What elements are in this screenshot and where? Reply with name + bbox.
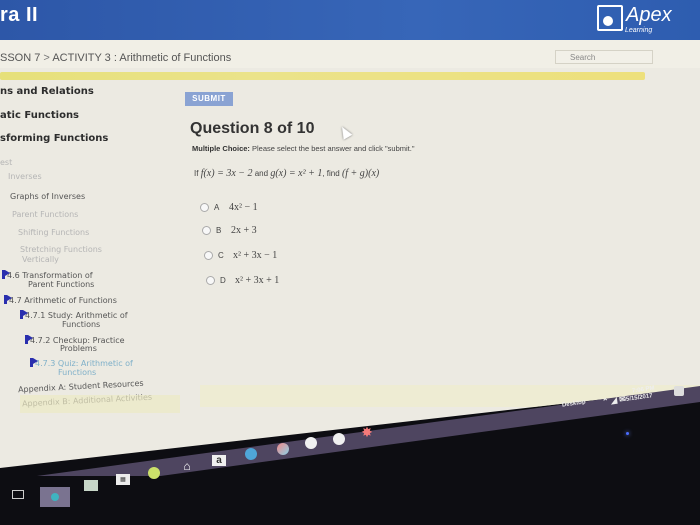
star-app-icon[interactable]: ✸	[360, 424, 374, 440]
option-letter: A	[214, 203, 220, 212]
sidebar-item-label: 4.7.1 Study: Arithmetic of	[25, 311, 128, 320]
spotify-icon[interactable]	[148, 467, 160, 479]
course-title: ra II	[0, 4, 39, 26]
answer-option-b[interactable]: B 2x + 3	[202, 225, 257, 236]
question-prompt: If f(x) = 3x − 2 and g(x) = x² + 1, find…	[194, 168, 379, 179]
sidebar-item[interactable]: Appendix A: Student Resources	[18, 379, 144, 395]
notification-icon[interactable]	[674, 386, 684, 396]
sidebar-item[interactable]: Inverses	[8, 172, 42, 181]
cortana-icon	[51, 493, 59, 501]
flag-icon	[25, 335, 33, 344]
instruction-text: Please select the best answer and click …	[249, 144, 415, 153]
flag-icon	[30, 358, 38, 367]
cortana-button[interactable]	[40, 487, 70, 507]
progress-bar	[0, 72, 645, 80]
browser-screen: ra II Apex Learning SSON 7 > ACTIVITY 3 …	[0, 0, 700, 468]
breadcrumb-activity[interactable]: ACTIVITY 3	[52, 52, 110, 64]
breadcrumb: SSON 7 > ACTIVITY 3 : Arithmetic of Func…	[0, 52, 231, 64]
sidebar-item[interactable]: Functions	[62, 320, 100, 329]
sidebar-item[interactable]: atic Functions	[0, 110, 79, 121]
store-icon[interactable]: ▦	[116, 474, 130, 485]
apex-logo-icon	[597, 5, 623, 31]
sidebar-item[interactable]: ns and Relations	[0, 86, 94, 97]
prompt-find: , find	[322, 169, 340, 178]
search-input[interactable]: Search	[555, 50, 653, 64]
app-header: ra II Apex Learning	[0, 0, 700, 40]
option-text: 2x + 3	[231, 225, 257, 236]
option-letter: D	[220, 276, 226, 285]
sidebar-item[interactable]: Stretching Functions	[20, 245, 102, 254]
option-text: x² + 3x − 1	[233, 250, 278, 261]
question-panel: SUBMIT Question 8 of 10 Multiple Choice:…	[180, 80, 650, 410]
task-view-icon[interactable]	[12, 490, 24, 499]
submit-button[interactable]: SUBMIT	[185, 92, 233, 106]
sidebar-item[interactable]: Graphs of Inverses	[10, 192, 85, 201]
monitor-power-led	[626, 432, 629, 435]
sidebar-item-label: 4.6 Transformation of	[7, 271, 93, 280]
mail-icon[interactable]	[84, 480, 98, 491]
sidebar-item-4-7[interactable]: 4.7 Arithmetic of Functions	[4, 295, 117, 305]
home-icon[interactable]: ⌂	[180, 459, 194, 473]
sidebar-item[interactable]: Parent Functions	[28, 280, 94, 289]
sidebar-item[interactable]: Vertically	[22, 255, 59, 264]
app-circle-icon[interactable]	[333, 433, 345, 445]
question-instruction: Multiple Choice: Please select the best …	[192, 144, 415, 153]
sidebar-item-4-7-3[interactable]: 4.7.3 Quiz: Arithmetic of	[30, 358, 133, 368]
logo-sub: Learning	[625, 27, 653, 34]
sidebar-item-label: 4.7 Arithmetic of Functions	[9, 296, 117, 305]
flag-icon	[20, 310, 28, 319]
sidebar-item-label: 4.7.3 Quiz: Arithmetic of	[35, 359, 133, 368]
flag-icon	[2, 270, 10, 279]
sidebar-item[interactable]: Functions	[58, 368, 96, 377]
apex-logo[interactable]: Apex Learning	[597, 4, 672, 34]
footer-box	[20, 395, 180, 413]
prompt-if: If	[194, 169, 199, 178]
sidebar-item[interactable]: est	[0, 158, 12, 167]
prompt-g: g(x) = x² + 1	[270, 168, 323, 179]
sidebar-item-4-7-1[interactable]: 4.7.1 Study: Arithmetic of	[20, 310, 128, 320]
radio-button[interactable]	[202, 226, 211, 235]
flag-icon	[4, 295, 12, 304]
instruction-label: Multiple Choice:	[192, 144, 250, 153]
option-letter: C	[218, 251, 224, 260]
sidebar-nav: ns and Relations atic Functions sforming…	[0, 80, 180, 410]
radio-button[interactable]	[200, 203, 209, 212]
prompt-and: and	[254, 169, 269, 178]
answer-option-a[interactable]: A 4x² − 1	[200, 202, 258, 213]
option-letter: B	[216, 226, 222, 235]
radio-button[interactable]	[204, 251, 213, 260]
option-text: 4x² − 1	[229, 202, 258, 213]
breadcrumb-lesson[interactable]: SSON 7	[0, 52, 40, 64]
logo-name: Apex	[626, 4, 672, 26]
option-text: x² + 3x + 1	[235, 275, 280, 286]
browser-icon[interactable]	[277, 443, 289, 455]
mouse-cursor-icon	[337, 124, 353, 140]
breadcrumb-separator: >	[43, 52, 50, 64]
sidebar-item[interactable]: Problems	[60, 344, 97, 353]
amazon-icon[interactable]: a	[212, 455, 226, 466]
radio-button[interactable]	[206, 276, 215, 285]
question-title: Question 8 of 10	[190, 120, 315, 137]
answer-option-d[interactable]: D x² + 3x + 1	[206, 275, 279, 286]
prompt-target: (f + g)(x)	[341, 168, 380, 179]
prompt-f: f(x) = 3x − 2	[200, 168, 253, 179]
sidebar-item[interactable]: Shifting Functions	[18, 228, 89, 237]
answer-option-c[interactable]: C x² + 3x − 1	[204, 250, 277, 261]
sidebar-item[interactable]: Parent Functions	[12, 210, 78, 219]
app-icon[interactable]	[245, 448, 257, 460]
sidebar-item-4-6[interactable]: 4.6 Transformation of	[2, 270, 93, 280]
sidebar-item[interactable]: sforming Functions	[0, 133, 108, 144]
breadcrumb-activity-title: : Arithmetic of Functions	[113, 52, 232, 64]
app-circle-icon[interactable]	[305, 437, 317, 449]
